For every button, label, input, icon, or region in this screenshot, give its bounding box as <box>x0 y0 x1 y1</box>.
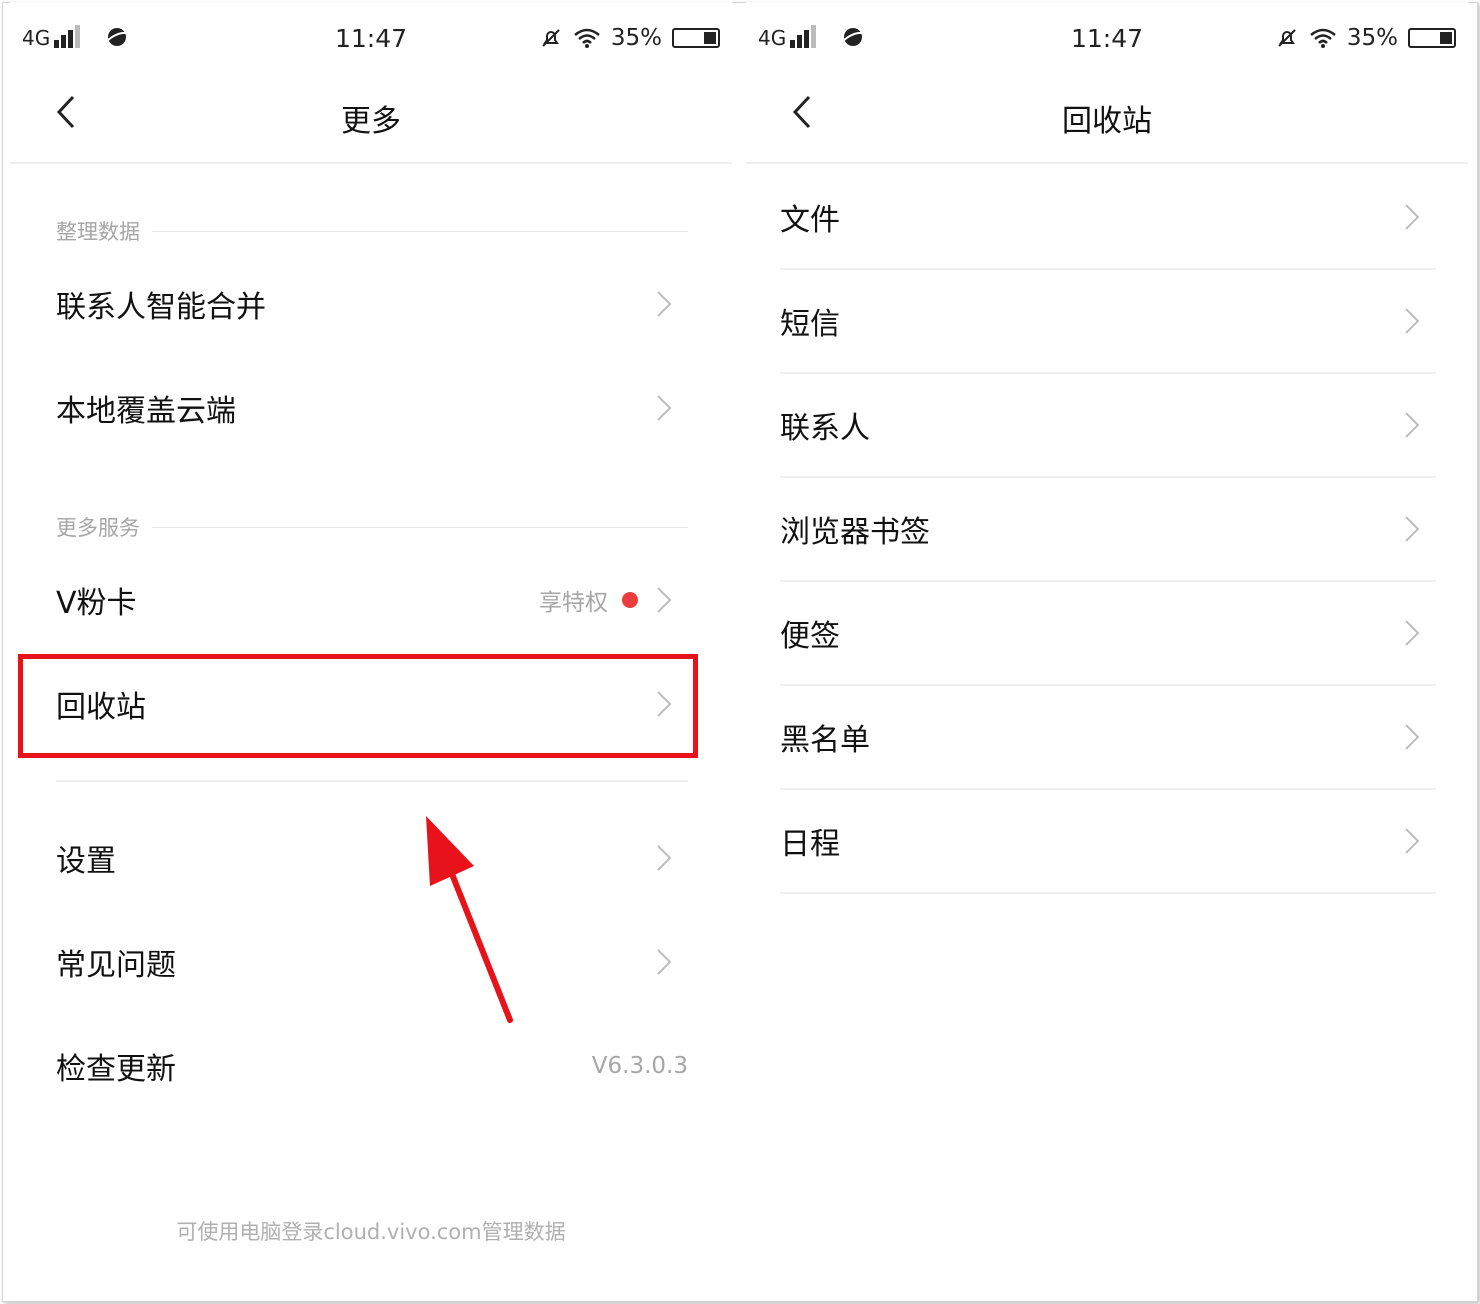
row-label: 文件 <box>780 203 840 238</box>
chevron-right-icon <box>1405 724 1420 750</box>
chevron-right-icon <box>1405 308 1420 334</box>
row-label: 常见问题 <box>56 948 176 983</box>
vfan-card-row[interactable]: V粉卡 享特权 <box>56 552 688 648</box>
chevron-right-icon <box>1405 828 1420 854</box>
contacts-merge-row[interactable]: 联系人智能合并 <box>56 256 688 352</box>
row-label: 联系人 <box>780 411 870 446</box>
more-screen: 4G 11:47 35% 更多 整理数据 联系人智能合并 本地覆盖云端 更多服务… <box>10 2 732 1300</box>
recycle-item-files[interactable]: 文件 <box>780 166 1436 270</box>
section-label: 更多服务 <box>56 516 140 540</box>
wifi-icon <box>574 28 600 48</box>
status-right: 35% <box>1275 24 1456 52</box>
battery-percent: 35% <box>610 25 662 51</box>
chevron-right-icon <box>1405 516 1420 542</box>
page-title: 回收站 <box>1062 104 1152 139</box>
row-label: 便签 <box>780 619 840 654</box>
row-label: 短信 <box>780 307 840 342</box>
recycle-item-sms[interactable]: 短信 <box>780 270 1436 374</box>
divider <box>56 780 688 782</box>
check-update-row[interactable]: 检查更新 V6.3.0.3 <box>56 1018 688 1114</box>
chevron-right-icon <box>1405 204 1420 230</box>
wifi-icon <box>1310 28 1336 48</box>
section-title-data: 整理数据 <box>56 216 688 246</box>
row-label: 检查更新 <box>56 1052 176 1087</box>
page-title: 更多 <box>341 104 401 139</box>
recycle-item-bookmarks[interactable]: 浏览器书签 <box>780 478 1436 582</box>
section-label: 整理数据 <box>56 220 140 244</box>
header: 更多 <box>10 72 732 164</box>
battery-percent: 35% <box>1346 25 1398 51</box>
status-bar: 4G 11:47 35% <box>746 2 1468 72</box>
recycle-bin-screen: 4G 11:47 35% 回收站 文件 短信 联系人 浏览器书签 便签 黑名单 … <box>746 2 1468 1300</box>
status-right: 35% <box>539 24 720 52</box>
recycle-item-contacts[interactable]: 联系人 <box>780 374 1436 478</box>
row-label: 浏览器书签 <box>780 515 930 550</box>
mute-bell-icon <box>1278 29 1296 47</box>
version-text: V6.3.0.3 <box>591 1053 688 1079</box>
chevron-right-icon <box>1405 412 1420 438</box>
chevron-right-icon <box>657 587 672 613</box>
recycle-bin-row[interactable]: 回收站 <box>56 656 688 752</box>
battery-icon <box>672 28 720 48</box>
faq-row[interactable]: 常见问题 <box>56 914 688 1010</box>
status-bar: 4G 11:47 35% <box>10 2 732 72</box>
red-dot-badge <box>622 592 638 608</box>
chevron-right-icon <box>657 845 672 871</box>
row-label: 黑名单 <box>780 723 870 758</box>
recycle-item-notes[interactable]: 便签 <box>780 582 1436 686</box>
privilege-text: 享特权 <box>539 590 608 616</box>
chevron-right-icon <box>657 691 672 717</box>
footer-note: 可使用电脑登录cloud.vivo.com管理数据 <box>176 1220 566 1244</box>
recycle-item-blacklist[interactable]: 黑名单 <box>780 686 1436 790</box>
chevron-right-icon <box>657 395 672 421</box>
header: 回收站 <box>746 72 1468 164</box>
row-label: V粉卡 <box>56 586 137 621</box>
section-title-services: 更多服务 <box>56 512 688 542</box>
chevron-right-icon <box>1405 620 1420 646</box>
chevron-right-icon <box>657 949 672 975</box>
local-overwrite-cloud-row[interactable]: 本地覆盖云端 <box>56 360 688 456</box>
row-label: 日程 <box>780 827 840 862</box>
chevron-right-icon <box>657 291 672 317</box>
row-label: 本地覆盖云端 <box>56 394 236 429</box>
mute-bell-icon <box>542 29 560 47</box>
settings-row[interactable]: 设置 <box>56 810 688 906</box>
recycle-item-schedule[interactable]: 日程 <box>780 790 1436 894</box>
row-label: 回收站 <box>56 690 146 725</box>
row-label: 设置 <box>56 844 116 879</box>
row-label: 联系人智能合并 <box>56 290 266 325</box>
battery-icon <box>1408 28 1456 48</box>
